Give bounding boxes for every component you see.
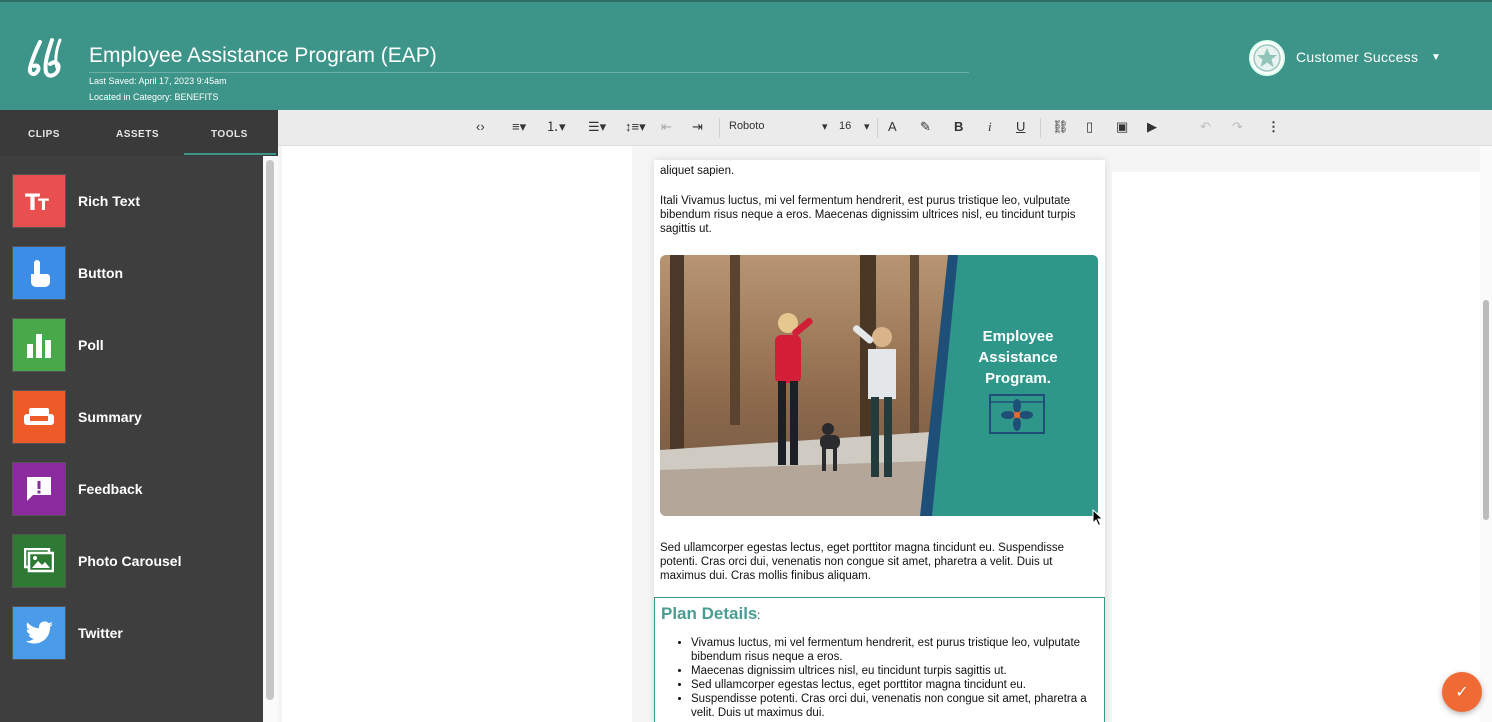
hero-image[interactable]: Employee Assistance Program. <box>660 255 1098 516</box>
page-title: Employee Assistance Program (EAP) <box>89 44 437 67</box>
hero-heading-line1: Employee <box>983 328 1054 345</box>
check-icon: ✓ <box>1455 684 1469 701</box>
tab-tools[interactable]: TOOLS <box>211 129 248 140</box>
redo-icon[interactable]: ↷ <box>1232 118 1243 136</box>
photo-icon <box>12 534 66 588</box>
tool-feedback[interactable]: Feedback <box>12 462 262 516</box>
list-item[interactable]: Sed ullamcorper egestas lectus, eget por… <box>691 678 1101 692</box>
image-icon[interactable]: ▣ <box>1116 118 1128 136</box>
tool-rich-text[interactable]: TT Rich Text <box>12 174 262 228</box>
tool-label: Poll <box>78 337 104 353</box>
tool-summary[interactable]: Summary <box>12 390 262 444</box>
brand-logo[interactable] <box>22 36 78 80</box>
link-icon[interactable]: ⛓ <box>1052 118 1069 136</box>
active-tab-indicator <box>184 153 276 155</box>
bullet-list-icon[interactable]: ☰▾ <box>588 118 606 136</box>
tool-poll[interactable]: Poll <box>12 318 262 372</box>
outdent-icon[interactable]: ⇤ <box>661 118 672 136</box>
tab-assets[interactable]: ASSETS <box>116 129 159 140</box>
ordered-list-icon[interactable]: ⒈▾ <box>546 118 566 136</box>
tool-label: Button <box>78 265 124 281</box>
editor-toolbar: ‹› ≡▾ ⒈▾ ☰▾ ↕≡▾ ⇤ ⇥ Roboto ▾ 16 ▾ A ✎ B … <box>278 110 1492 146</box>
hero-heading-line2: Assistance <box>978 349 1057 366</box>
plan-details-colon: : <box>757 608 761 622</box>
sidebar-scrollbar[interactable] <box>263 156 278 722</box>
twitter-icon <box>12 606 66 660</box>
couch-icon <box>12 390 66 444</box>
font-family-select[interactable]: Roboto <box>729 120 764 132</box>
line-height-icon[interactable]: ↕≡▾ <box>625 118 646 136</box>
canvas-scrollbar-thumb[interactable] <box>1483 300 1489 520</box>
user-menu-label[interactable]: Customer Success <box>1296 49 1418 65</box>
plan-details-list: Vivamus luctus, mi vel fermentum hendrer… <box>691 636 1101 720</box>
tool-label: Summary <box>78 409 142 425</box>
tool-twitter[interactable]: Twitter <box>12 606 262 660</box>
list-item[interactable]: Maecenas dignissim ultrices nisl, eu tin… <box>691 664 1101 678</box>
paragraph-cut[interactable]: aliquet sapien. <box>660 164 1100 176</box>
bar-chart-icon <box>12 318 66 372</box>
align-icon[interactable]: ≡▾ <box>512 118 526 136</box>
tap-icon <box>12 246 66 300</box>
bold-icon[interactable]: B <box>954 118 963 136</box>
last-saved-text: Last Saved: April 17, 2023 9:45am <box>89 76 227 86</box>
toolbar-divider <box>1040 118 1041 138</box>
text-color-icon[interactable]: A <box>888 118 897 136</box>
publish-check-button[interactable]: ✓ <box>1442 672 1482 712</box>
video-icon[interactable]: ▶ <box>1147 118 1157 136</box>
sidebar-tabs: CLIPS ASSETS TOOLS <box>0 110 278 156</box>
list-item[interactable]: Suspendisse potenti. Cras orci dui, vene… <box>691 692 1101 720</box>
indent-icon[interactable]: ⇥ <box>692 118 703 136</box>
tool-label: Rich Text <box>78 193 140 209</box>
underline-icon[interactable]: U <box>1016 118 1025 136</box>
canvas-margin-left <box>282 146 632 722</box>
text-icon: TT <box>12 174 66 228</box>
more-options-icon[interactable]: ⋮ <box>1267 118 1280 136</box>
tool-button[interactable]: Button <box>12 246 262 300</box>
list-item[interactable]: Vivamus luctus, mi vel fermentum hendrer… <box>691 636 1101 664</box>
paragraph-body[interactable]: Sed ullamcorper egestas lectus, eget por… <box>660 541 1100 583</box>
category-text: Located in Category: BENEFITS <box>89 92 219 102</box>
canvas-scrollbar[interactable] <box>1480 146 1492 722</box>
sidebar: CLIPS ASSETS TOOLS TT Rich Text Button P… <box>0 110 278 722</box>
canvas-margin-right <box>1112 172 1480 722</box>
sidebar-scrollbar-thumb[interactable] <box>266 160 274 700</box>
svg-text:T: T <box>38 195 49 214</box>
code-view-icon[interactable]: ‹› <box>476 118 485 136</box>
tab-clips[interactable]: CLIPS <box>28 129 60 140</box>
font-size-select[interactable]: 16 <box>839 120 851 132</box>
app-header: Employee Assistance Program (EAP) Last S… <box>0 0 1492 110</box>
toolbar-divider <box>719 118 720 138</box>
feedback-icon <box>12 462 66 516</box>
hero-heading: Employee Assistance Program. <box>978 328 1057 387</box>
caret-down-icon[interactable]: ▼ <box>1431 52 1441 63</box>
user-avatar[interactable] <box>1249 40 1285 76</box>
tool-label: Photo Carousel <box>78 553 182 569</box>
toolbar-divider <box>877 118 878 138</box>
mouse-cursor-icon <box>1092 509 1104 527</box>
undo-icon[interactable]: ↶ <box>1200 118 1211 136</box>
tool-label: Feedback <box>78 481 143 497</box>
title-divider <box>89 72 969 73</box>
file-icon[interactable]: ▯ <box>1086 118 1093 136</box>
italic-icon[interactable]: i <box>988 118 992 136</box>
highlight-icon[interactable]: ✎ <box>920 118 931 136</box>
tool-label: Twitter <box>78 625 123 641</box>
hero-heading-line3: Program. <box>985 370 1051 387</box>
chevron-down-icon[interactable]: ▾ <box>822 120 828 133</box>
star-badge-icon <box>1253 44 1281 72</box>
plan-details-heading: Plan Details <box>661 604 758 623</box>
plan-details-block[interactable]: Plan Details : Vivamus luctus, mi vel fe… <box>654 597 1105 722</box>
tool-photo-carousel[interactable]: Photo Carousel <box>12 534 262 588</box>
chevron-down-icon[interactable]: ▾ <box>864 120 870 133</box>
paragraph-intro[interactable]: Itali Vivamus luctus, mi vel fermentum h… <box>660 194 1100 236</box>
